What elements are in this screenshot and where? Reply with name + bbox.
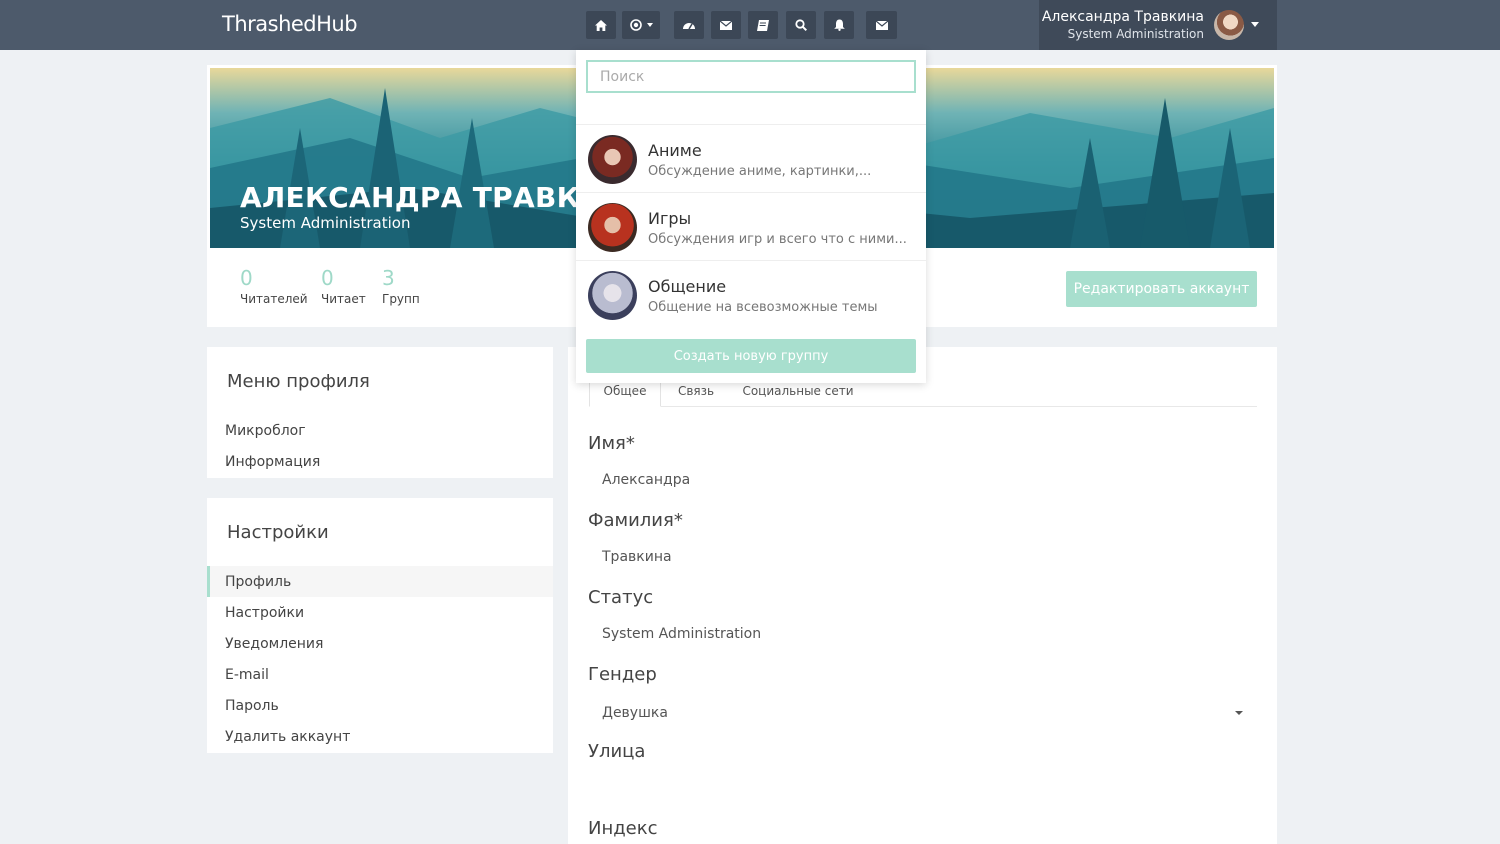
panel-title: Меню профиля (227, 371, 370, 392)
user-name: Александра Травкина (1041, 9, 1204, 25)
menu-item-info[interactable]: Информация (207, 446, 553, 477)
stat-value: 0 (240, 266, 253, 290)
record-icon (629, 19, 642, 31)
book-icon[interactable] (748, 11, 778, 39)
profile-settings-form: Общее Связь Социальные сети Имя* Алексан… (568, 347, 1277, 844)
settings-item-delete-account[interactable]: Удалить аккаунт (207, 721, 553, 752)
avatar (1214, 10, 1244, 40)
panel-title: Настройки (227, 522, 329, 543)
group-item-games[interactable]: Игры Обсуждения игр и всего что с ними..… (576, 192, 926, 260)
envelope-icon[interactable] (711, 11, 741, 39)
field-label-index: Индекс (588, 818, 658, 839)
group-title: Аниме (648, 141, 702, 160)
settings-item-profile[interactable]: Профиль (207, 566, 553, 597)
stat-following[interactable]: 0 Читает (321, 266, 366, 306)
field-label-gender: Гендер (588, 664, 657, 685)
settings-panel: Настройки Профиль Настройки Уведомления … (207, 498, 553, 753)
gender-select[interactable]: Девушка (602, 705, 668, 721)
groups-dropdown-button[interactable] (622, 11, 660, 39)
settings-item-settings[interactable]: Настройки (207, 597, 553, 628)
chevron-down-icon (1251, 22, 1259, 27)
last-name-field[interactable]: Травкина (602, 549, 672, 565)
dashboard-icon[interactable] (674, 11, 704, 39)
search-input[interactable] (586, 60, 916, 93)
status-field[interactable]: System Administration (602, 626, 761, 642)
group-item-chat[interactable]: Общение Общение на всевозможные темы (576, 260, 926, 328)
stat-value: 3 (382, 266, 395, 290)
avatar (588, 271, 637, 320)
stat-value: 0 (321, 266, 334, 290)
group-item-anime[interactable]: Аниме Обсуждение аниме, картинки,... (576, 124, 926, 192)
field-label-last-name: Фамилия* (588, 510, 683, 531)
stat-label: Читает (321, 292, 366, 306)
stat-followers[interactable]: 0 Читателей (240, 266, 308, 306)
avatar (588, 203, 637, 252)
brand-logo[interactable]: ThrashedHub (222, 12, 358, 36)
chevron-down-icon (1235, 711, 1243, 715)
group-desc: Общение на всевозможные темы (648, 300, 878, 315)
edit-account-button[interactable]: Редактировать аккаунт (1066, 271, 1257, 307)
group-desc: Обсуждения игр и всего что с ними... (648, 232, 907, 247)
stat-label: Читателей (240, 292, 308, 306)
group-title: Игры (648, 209, 692, 228)
stat-label: Групп (382, 292, 420, 306)
chevron-down-icon (646, 23, 653, 27)
field-label-street: Улица (588, 741, 646, 762)
top-navbar: ThrashedHub Александра Травкина System A… (0, 0, 1500, 50)
group-desc: Обсуждение аниме, картинки,... (648, 164, 872, 179)
search-icon[interactable] (786, 11, 816, 39)
settings-item-notifications[interactable]: Уведомления (207, 628, 553, 659)
stat-groups[interactable]: 3 Групп (382, 266, 420, 306)
envelope-icon[interactable] (866, 11, 897, 39)
settings-item-password[interactable]: Пароль (207, 690, 553, 721)
home-icon[interactable] (586, 11, 616, 39)
user-role: System Administration (1067, 27, 1204, 41)
settings-item-email[interactable]: E-mail (207, 659, 553, 690)
group-title: Общение (648, 277, 727, 296)
groups-dropdown: Аниме Обсуждение аниме, картинки,... Игр… (576, 50, 926, 383)
user-menu[interactable]: Александра Травкина System Administratio… (1039, 0, 1277, 50)
profile-menu-panel: Меню профиля Микроблог Информация (207, 347, 553, 478)
bell-icon[interactable] (824, 11, 854, 39)
field-label-first-name: Имя* (588, 433, 635, 454)
avatar (588, 135, 637, 184)
first-name-field[interactable]: Александра (602, 472, 690, 488)
field-label-status: Статус (588, 587, 654, 608)
create-group-button[interactable]: Создать новую группу (586, 339, 916, 373)
menu-item-microblog[interactable]: Микроблог (207, 415, 553, 446)
profile-role: System Administration (240, 214, 411, 232)
